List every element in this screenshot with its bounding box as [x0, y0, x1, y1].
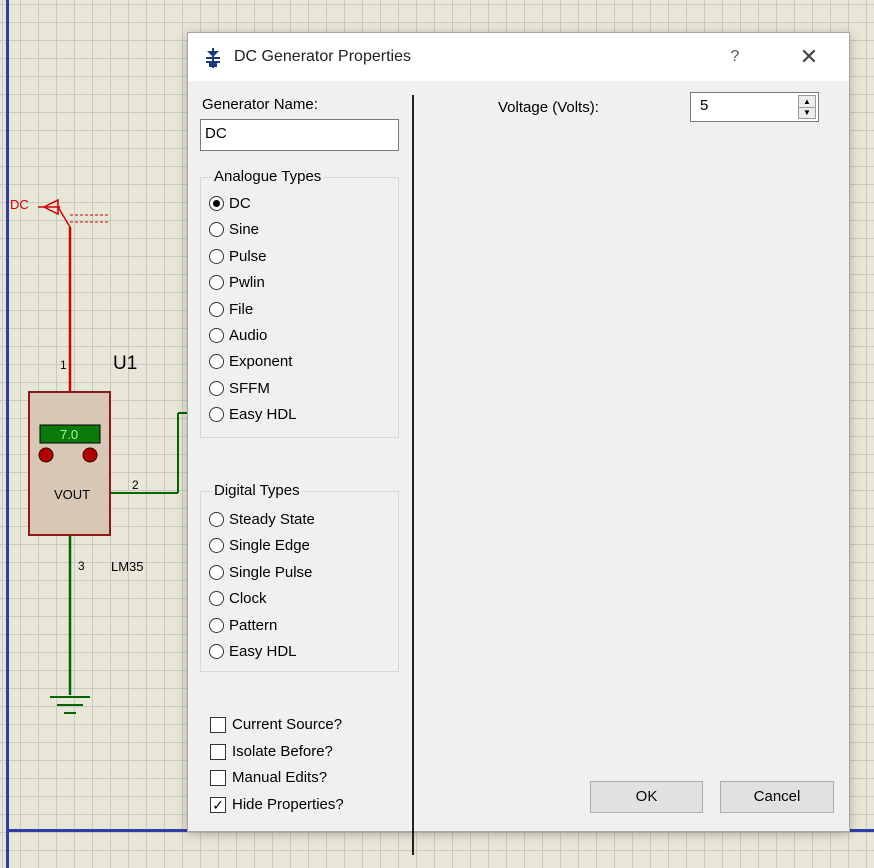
- radio-icon[interactable]: [209, 380, 224, 396]
- voltage-spin-buttons: ▲ ▼: [798, 95, 816, 119]
- radio-icon[interactable]: [209, 644, 224, 659]
- radio-icon[interactable]: [209, 564, 224, 580]
- radio-label: Single Edge: [229, 537, 310, 555]
- dialog-title: DC Generator Properties: [234, 48, 411, 65]
- lm35-component[interactable]: 7.0 VOUT: [28, 391, 111, 536]
- close-button[interactable]: ✕: [794, 43, 824, 71]
- radio-icon[interactable]: [209, 196, 224, 211]
- radio-label: Exponent: [229, 353, 293, 371]
- radio-label: Easy HDL: [229, 643, 297, 660]
- ground-symbol[interactable]: [50, 696, 90, 714]
- generator-name-input[interactable]: DC: [200, 119, 399, 151]
- voltage-value: 5: [700, 97, 709, 114]
- voltage-spinbox[interactable]: 5 ▲ ▼: [690, 92, 819, 122]
- checkbox-label: Current Source?: [232, 716, 343, 733]
- pin2-label: 2: [132, 478, 139, 492]
- digital-types-title: Digital Types: [211, 482, 303, 499]
- checkmark-icon[interactable]: ✓: [210, 796, 226, 813]
- checkbox-icon[interactable]: [210, 770, 226, 786]
- radio-icon[interactable]: [209, 275, 224, 291]
- ok-button[interactable]: OK: [590, 781, 703, 813]
- checkbox-label: Hide Properties?: [232, 795, 344, 813]
- radio-icon[interactable]: [209, 538, 224, 554]
- voltage-label: Voltage (Volts):: [498, 99, 599, 116]
- radio-icon[interactable]: [209, 222, 224, 238]
- component-part: LM35: [111, 559, 144, 574]
- radio-label: Easy HDL: [229, 406, 297, 424]
- generator-icon: [206, 48, 220, 68]
- dc-generator-symbol[interactable]: DC: [10, 197, 108, 228]
- radio-icon[interactable]: [209, 354, 224, 370]
- pin1-label: 1: [60, 358, 67, 372]
- pin3-label: 3: [78, 559, 85, 573]
- radio-icon[interactable]: [209, 407, 224, 423]
- panel-divider: [412, 95, 414, 855]
- radio-label: Single Pulse: [229, 563, 313, 581]
- radio-label: Sine: [229, 221, 260, 239]
- checkbox-label: Isolate Before?: [232, 742, 333, 760]
- radio-label: Audio: [229, 327, 268, 344]
- radio-icon[interactable]: [209, 512, 224, 527]
- analogue-types-title: Analogue Types: [211, 168, 325, 185]
- radio-icon[interactable]: [209, 248, 224, 264]
- radio-label: Pattern: [229, 616, 278, 634]
- radio-icon[interactable]: [209, 301, 224, 317]
- radio-icon[interactable]: [209, 617, 224, 633]
- radio-icon[interactable]: [209, 591, 224, 607]
- radio-icon[interactable]: [209, 328, 224, 343]
- component-reference: U1: [113, 353, 137, 374]
- radio-label: Clock: [229, 590, 267, 608]
- cancel-button[interactable]: Cancel: [720, 781, 834, 813]
- radio-label: File: [229, 300, 254, 318]
- digital-types-group: Digital Types Steady State Single Edge Sin…: [200, 482, 399, 672]
- radio-label: DC: [229, 195, 251, 212]
- generator-label: DC: [10, 197, 29, 212]
- lm35-display: 7.0: [60, 427, 78, 442]
- pin-vout-label: VOUT: [54, 487, 90, 502]
- radio-label: Pulse: [229, 247, 267, 265]
- help-button[interactable]: ?: [720, 43, 750, 71]
- radio-label: SFFM: [229, 379, 270, 397]
- radio-label: Pwlin: [229, 274, 265, 292]
- generator-name-label: Generator Name:: [202, 96, 318, 113]
- spin-down-icon[interactable]: ▼: [799, 107, 815, 118]
- radio-label: Steady State: [229, 511, 315, 528]
- checkbox-icon[interactable]: [210, 743, 226, 760]
- dialog-titlebar[interactable]: DC Generator Properties ? ✕: [188, 33, 849, 81]
- checkbox-label: Manual Edits?: [232, 769, 328, 786]
- dc-generator-properties-dialog: DC Generator Properties ? ✕ Generator Na…: [187, 32, 850, 855]
- analogue-types-group: Analogue Types DC Sine Pulse Pwlin File Audio…: [200, 168, 399, 438]
- checkbox-icon[interactable]: [210, 717, 226, 733]
